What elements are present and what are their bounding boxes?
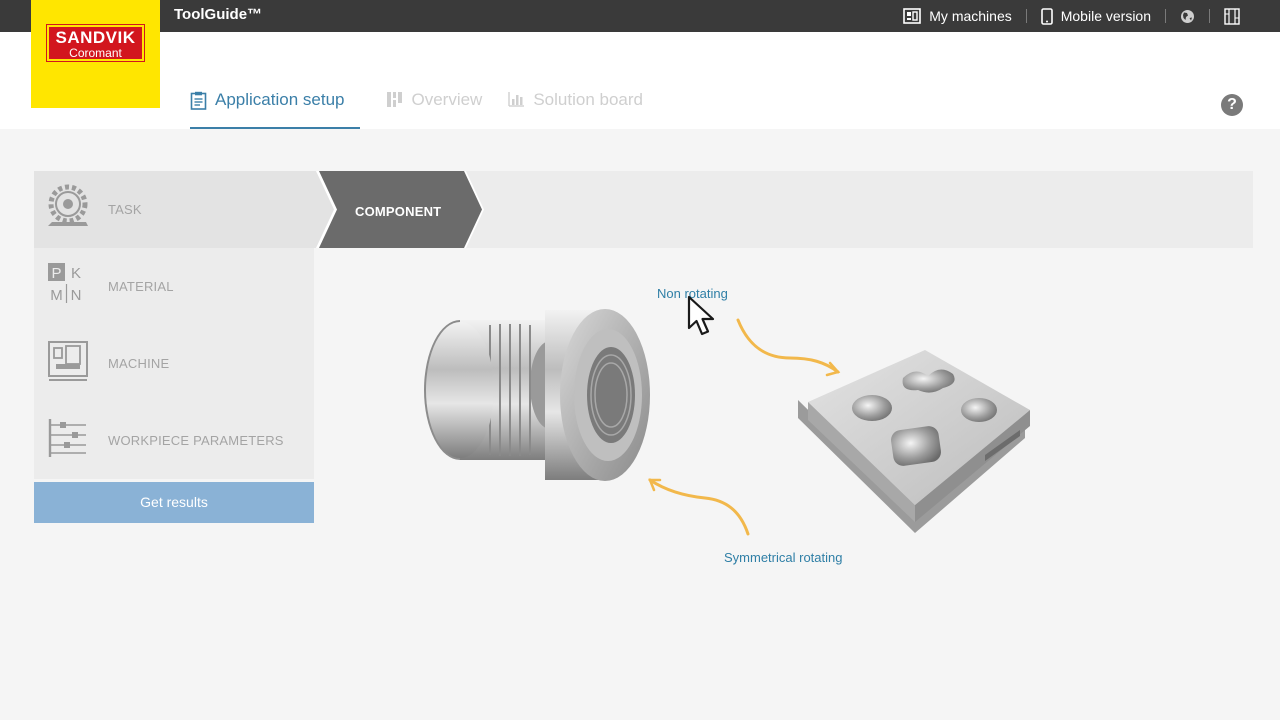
- setup-steps-sidebar: TASK P K M N MATERIAL MACHINE WORKPIECE …: [34, 171, 314, 479]
- sidebar-item-material[interactable]: P K M N MATERIAL: [34, 248, 314, 325]
- material-letter: N: [71, 287, 82, 304]
- top-right-menu: My machines Mobile version: [889, 0, 1254, 32]
- tab-label: Application setup: [215, 90, 345, 109]
- material-letter: M: [50, 287, 63, 304]
- header: Application setup Overview Solution boar…: [0, 32, 1280, 129]
- sidebar-item-label: MACHINE: [108, 356, 170, 371]
- mobile-version-link[interactable]: Mobile version: [1027, 0, 1165, 32]
- sidebar-item-machine[interactable]: MACHINE: [34, 325, 314, 402]
- sidebar-item-label: TASK: [108, 202, 142, 217]
- tab-solution-board[interactable]: Solution board: [508, 90, 643, 129]
- my-machines-label: My machines: [929, 8, 1012, 24]
- help-icon[interactable]: ?: [1221, 94, 1243, 116]
- sidebar-item-workpiece-parameters[interactable]: WORKPIECE PARAMETERS: [34, 402, 314, 479]
- logo-brand: SANDVIK: [55, 28, 136, 47]
- top-bar: ToolGuide™ My machines Mobile version: [0, 0, 1280, 32]
- sidebar-item-task[interactable]: TASK: [34, 171, 314, 248]
- mobile-icon: [1040, 7, 1053, 25]
- material-pkmn-icon: P K M N: [48, 263, 82, 304]
- parameters-sliders-icon: [48, 419, 86, 457]
- clipboard-icon: [190, 91, 207, 110]
- tab-label: Overview: [411, 90, 483, 109]
- non-rotating-part-image[interactable]: [798, 350, 1030, 533]
- language-button[interactable]: [1166, 0, 1209, 32]
- arrow-to-symmetrical-rotating: [648, 478, 750, 536]
- main-tabs: Application setup Overview Solution boar…: [190, 90, 669, 129]
- breadcrumb-current-label: COMPONENT: [355, 204, 442, 219]
- symmetrical-rotating-part-image[interactable]: [424, 309, 650, 481]
- logo-sub: Coromant: [69, 46, 122, 60]
- material-letter: P: [51, 265, 61, 282]
- my-machines-link[interactable]: My machines: [889, 0, 1025, 32]
- mouse-cursor-icon: [687, 295, 715, 336]
- settings-button[interactable]: [1210, 0, 1254, 32]
- app-title: ToolGuide™: [174, 6, 263, 23]
- get-results-button[interactable]: Get results: [34, 482, 314, 523]
- machine-tool-icon: [48, 341, 88, 381]
- tab-application-setup[interactable]: Application setup: [190, 90, 361, 129]
- overview-icon: [387, 92, 403, 107]
- machine-icon: [903, 8, 922, 24]
- tab-overview[interactable]: Overview: [386, 90, 482, 129]
- logo-badge: SANDVIK Coromant: [46, 24, 145, 62]
- sidebar-item-label: WORKPIECE PARAMETERS: [108, 433, 284, 448]
- tab-label: Solution board: [533, 90, 643, 109]
- panel-icon: [1224, 7, 1240, 25]
- mobile-version-label: Mobile version: [1060, 8, 1151, 24]
- symmetrical-rotating-option[interactable]: Symmetrical rotating: [724, 550, 842, 565]
- sandvik-coromant-logo: SANDVIK Coromant: [31, 0, 160, 108]
- saw-blade-icon: [48, 184, 88, 226]
- bar-chart-icon: [508, 92, 525, 107]
- material-letter: K: [71, 265, 81, 282]
- globe-icon: [1181, 9, 1194, 23]
- sidebar-item-label: MATERIAL: [108, 279, 174, 294]
- arrow-to-non-rotating: [736, 318, 840, 374]
